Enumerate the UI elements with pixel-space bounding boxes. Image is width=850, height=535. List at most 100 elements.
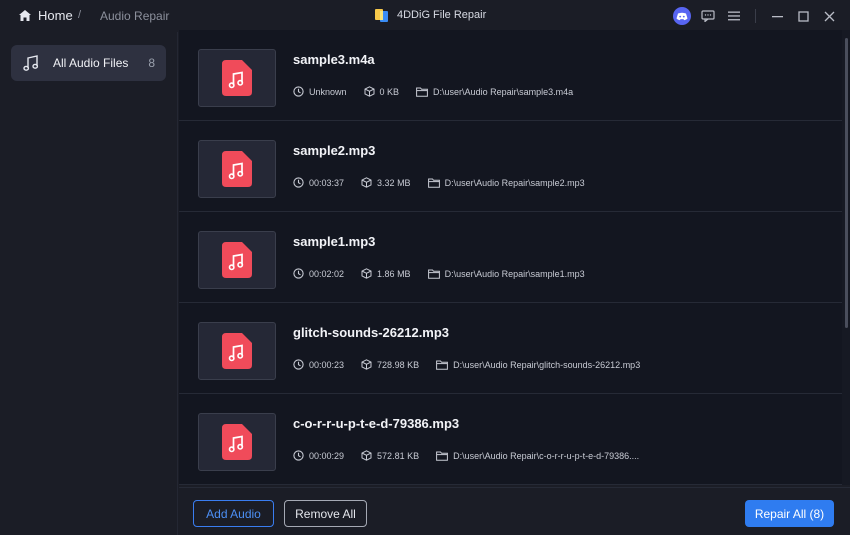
audio-file-thumbnail	[198, 413, 276, 471]
repair-all-button[interactable]: Repair All (8)	[745, 500, 834, 527]
file-name: sample2.mp3	[293, 143, 376, 158]
file-size: 3.32 MB	[361, 177, 411, 188]
scrollbar-thumb[interactable]	[845, 38, 848, 328]
chat-icon	[701, 10, 715, 22]
folder-icon	[436, 360, 448, 370]
audio-file-icon	[222, 242, 252, 278]
close-button[interactable]	[816, 5, 842, 27]
folder-icon	[427, 178, 440, 188]
clock-icon	[293, 268, 304, 279]
file-meta: 00:02:02 1.86 MB D:\user\Audio Repair\sa…	[293, 268, 585, 279]
file-duration-value: Unknown	[309, 86, 347, 97]
audio-file-thumbnail	[198, 140, 276, 198]
file-path: D:\user\Audio Repair\sample2.mp3	[427, 177, 585, 188]
file-name: c-o-r-r-u-p-t-e-d-79386.mp3	[293, 416, 460, 431]
app-title: 4DDiG File Repair	[374, 7, 486, 23]
app-title-label: 4DDiG File Repair	[397, 9, 487, 21]
audio-file-icon	[222, 424, 252, 460]
breadcrumb-current: Audio Repair	[100, 9, 170, 23]
sidebar-item-count: 8	[148, 56, 155, 70]
file-duration: 00:03:37	[293, 177, 344, 188]
add-audio-button[interactable]: Add Audio	[193, 500, 274, 527]
file-duration-value: 00:02:02	[309, 268, 345, 279]
clock-icon	[293, 177, 304, 188]
file-duration: 00:00:29	[293, 450, 344, 461]
file-meta: 00:00:23 728.98 KB D:\user\Audio Repair\…	[293, 359, 640, 370]
close-icon	[824, 11, 834, 21]
audio-file-icon	[222, 60, 252, 96]
file-name: glitch-sounds-26212.mp3	[293, 325, 450, 340]
file-duration-value: 00:00:23	[309, 359, 345, 370]
home-label: Home	[38, 8, 73, 23]
list-item[interactable]: glitch-sounds-26212.mp3 00:00:23 728.98 …	[179, 303, 842, 394]
file-duration-value: 00:00:29	[309, 450, 345, 461]
file-name: sample1.mp3	[293, 234, 376, 249]
discord-icon	[673, 7, 691, 25]
file-path: D:\user\Audio Repair\sample1.mp3	[427, 268, 585, 279]
list-item[interactable]: sample2.mp3 00:03:37 3.32 MB D:\user\Aud…	[179, 121, 842, 212]
list-item[interactable]: sample3.m4a Unknown 0 KB D:\user\Audio R…	[179, 30, 842, 121]
breadcrumb-separator: /	[78, 9, 82, 21]
clock-icon	[293, 359, 304, 370]
file-list[interactable]: sample3.m4a Unknown 0 KB D:\user\Audio R…	[179, 30, 842, 485]
file-size-value: 728.98 KB	[377, 359, 420, 370]
file-path-value: D:\user\Audio Repair\c-o-r-r-u-p-t-e-d-7…	[453, 450, 640, 461]
sidebar-item-label: All Audio Files	[53, 56, 129, 70]
window-controls	[669, 5, 842, 27]
file-duration: Unknown	[293, 86, 347, 97]
feedback-button[interactable]	[695, 5, 721, 27]
music-note-icon	[23, 54, 41, 72]
audio-file-icon	[222, 151, 252, 187]
file-path-value: D:\user\Audio Repair\glitch-sounds-26212…	[453, 359, 641, 370]
cube-icon	[361, 450, 372, 461]
file-path-value: D:\user\Audio Repair\sample1.mp3	[444, 268, 585, 279]
clock-icon	[293, 86, 304, 97]
folder-icon	[436, 451, 448, 461]
list-scrollbar[interactable]	[842, 30, 850, 485]
remove-all-button[interactable]: Remove All	[284, 500, 367, 527]
audio-file-icon	[222, 333, 252, 369]
sidebar-item-all-audio-files[interactable]: All Audio Files 8	[11, 45, 166, 81]
file-meta: 00:00:29 572.81 KB D:\user\Audio Repair\…	[293, 450, 639, 461]
folder-icon	[416, 87, 428, 97]
home-link[interactable]: Home	[18, 8, 73, 23]
file-size: 572.81 KB	[361, 450, 419, 461]
folder-icon	[427, 269, 440, 279]
file-path: D:\user\Audio Repair\c-o-r-r-u-p-t-e-d-7…	[436, 451, 639, 461]
menu-button[interactable]	[721, 5, 747, 27]
audio-file-thumbnail	[198, 231, 276, 289]
cube-icon	[364, 86, 375, 97]
audio-file-thumbnail	[198, 322, 276, 380]
file-meta: 00:03:37 3.32 MB D:\user\Audio Repair\sa…	[293, 177, 585, 188]
file-size-value: 0 KB	[379, 86, 400, 97]
cube-icon	[361, 359, 372, 370]
file-duration-value: 00:03:37	[309, 177, 345, 188]
window-controls-divider	[755, 9, 756, 23]
file-size: 728.98 KB	[361, 359, 419, 370]
file-path-value: D:\user\Audio Repair\sample3.m4a	[433, 86, 574, 97]
cube-icon	[361, 268, 372, 279]
file-duration: 00:02:02	[293, 268, 344, 279]
file-size: 0 KB	[364, 86, 400, 97]
hamburger-menu-icon	[728, 11, 740, 21]
audio-file-thumbnail	[198, 49, 276, 107]
sidebar: All Audio Files 8	[0, 32, 178, 535]
file-size-value: 3.32 MB	[377, 177, 411, 188]
list-item[interactable]: sample1.mp3 00:02:02 1.86 MB D:\user\Aud…	[179, 212, 842, 303]
file-path-value: D:\user\Audio Repair\sample2.mp3	[444, 177, 585, 188]
file-meta: Unknown 0 KB D:\user\Audio Repair\sample…	[293, 86, 573, 97]
maximize-button[interactable]	[790, 5, 816, 27]
minimize-button[interactable]	[764, 5, 790, 27]
cube-icon	[361, 177, 372, 188]
home-icon	[19, 10, 31, 21]
file-path: D:\user\Audio Repair\glitch-sounds-26212…	[436, 360, 640, 370]
clock-icon	[293, 450, 304, 461]
app-logo-icon	[374, 7, 390, 23]
minimize-icon	[771, 15, 783, 17]
file-size: 1.86 MB	[361, 268, 411, 279]
title-bar: Home / Audio Repair 4DDiG File Repair	[0, 0, 850, 32]
discord-button[interactable]	[669, 5, 695, 27]
file-size-value: 1.86 MB	[377, 268, 411, 279]
file-size-value: 572.81 KB	[377, 450, 420, 461]
list-item[interactable]: c-o-r-r-u-p-t-e-d-79386.mp3 00:00:29 572…	[179, 394, 842, 485]
